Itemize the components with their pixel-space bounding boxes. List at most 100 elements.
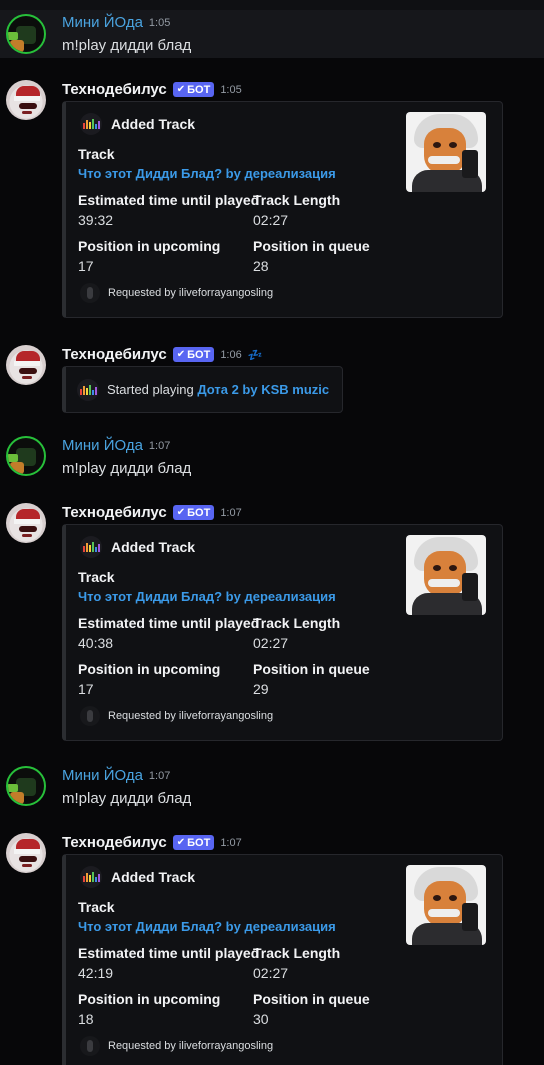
yoda-avatar-icon[interactable] xyxy=(6,766,46,806)
yoda-avatar-icon[interactable] xyxy=(6,436,46,476)
field-est-value: 42:19 xyxy=(78,965,114,981)
field-length-label: Track Length xyxy=(253,192,341,208)
playing-prefix: Started playing xyxy=(107,382,198,397)
message-header: Технодебилус ✔ БОТ 1:07 xyxy=(62,834,242,851)
field-pos-q-label: Position in queue xyxy=(253,661,370,677)
bot-tag: ✔ БОТ xyxy=(172,347,215,362)
field-pos-up-label: Position in upcoming xyxy=(78,661,221,677)
field-pos-q-label: Position in queue xyxy=(253,238,370,254)
author-name[interactable]: Технодебилус xyxy=(62,834,167,851)
field-pos-q-value: 28 xyxy=(253,258,269,274)
field-pos-q-label: Position in queue xyxy=(253,991,370,1007)
message-bot[interactable]: Технодебилус ✔ БОТ 1:06 💤 Started playing… xyxy=(0,343,544,413)
bot-tag: ✔ БОТ xyxy=(172,505,215,520)
footer-text: Requested by iliveforrayangosling xyxy=(108,710,274,722)
verified-check-icon: ✔ xyxy=(176,349,186,360)
requester-avatar xyxy=(80,1036,100,1056)
message-content: m!play дидди блад xyxy=(62,790,192,807)
field-length-label: Track Length xyxy=(253,945,341,961)
message-header: Мини ЙОда 1:07 xyxy=(62,767,170,784)
requester-avatar xyxy=(80,706,100,726)
verified-check-icon: ✔ xyxy=(176,84,186,95)
message-bot[interactable]: Технодебилус ✔ БОТ 1:07 Added Track Track… xyxy=(0,501,544,746)
embed-author: Added Track xyxy=(80,866,195,888)
timestamp[interactable]: 1:07 xyxy=(149,770,170,782)
santa-robot-avatar-icon[interactable] xyxy=(6,503,46,543)
message-header: Технодебилус ✔ БОТ 1:07 xyxy=(62,504,242,521)
embed-footer: Requested by iliveforrayangosling xyxy=(80,283,273,303)
timestamp[interactable]: 1:07 xyxy=(220,837,241,849)
field-est-label: Estimated time until played xyxy=(78,192,260,208)
bot-tag: ✔ БОТ xyxy=(172,82,215,97)
equalizer-icon xyxy=(80,113,102,135)
message-top-strip xyxy=(0,0,544,10)
track-link[interactable]: Что этот Дидди Блад? by дереализация xyxy=(78,166,336,181)
einstein-thumbnail[interactable] xyxy=(406,535,486,615)
field-length-value: 02:27 xyxy=(253,965,289,981)
timestamp[interactable]: 1:05 xyxy=(149,17,170,29)
santa-robot-avatar-icon[interactable] xyxy=(6,345,46,385)
message-user[interactable]: Мини ЙОда 1:05 m!play дидди блад xyxy=(0,0,544,58)
playing-embed: Started playing Дота 2 by KSB muzic xyxy=(62,366,343,413)
author-name[interactable]: Технодебилус xyxy=(62,504,167,521)
equalizer-icon xyxy=(80,536,102,558)
playing-text: Started playing Дота 2 by KSB muzic xyxy=(107,382,329,397)
requester-avatar xyxy=(80,283,100,303)
message-header: Технодебилус ✔ БОТ 1:05 xyxy=(62,81,242,98)
track-link[interactable]: Что этот Дидди Блад? by дереализация xyxy=(78,919,336,934)
field-length-value: 02:27 xyxy=(253,635,289,651)
field-track-label: Track xyxy=(78,146,115,162)
message-bot[interactable]: Технодебилус ✔ БОТ 1:07 Added Track Track… xyxy=(0,831,544,1065)
author-name[interactable]: Технодебилус xyxy=(62,346,167,363)
embed-footer: Requested by iliveforrayangosling xyxy=(80,1036,273,1056)
track-embed: Added Track Track Что этот Дидди Блад? b… xyxy=(62,854,503,1065)
timestamp[interactable]: 1:07 xyxy=(149,440,170,452)
author-name[interactable]: Мини ЙОда xyxy=(62,437,143,454)
yoda-avatar-icon[interactable] xyxy=(6,14,46,54)
author-name[interactable]: Мини ЙОда xyxy=(62,14,143,31)
message-header: Мини ЙОда 1:07 xyxy=(62,437,170,454)
chat-log: Мини ЙОда 1:05 m!play дидди блад Техноде… xyxy=(0,0,544,1065)
timestamp[interactable]: 1:06 xyxy=(220,349,241,361)
field-pos-q-value: 29 xyxy=(253,681,269,697)
field-pos-up-value: 17 xyxy=(78,681,94,697)
bot-tag: ✔ БОТ xyxy=(172,835,215,850)
field-length-value: 02:27 xyxy=(253,212,289,228)
author-name[interactable]: Технодебилус xyxy=(62,81,167,98)
message-bot[interactable]: Технодебилус ✔ БОТ 1:05 Added Track Track… xyxy=(0,78,544,323)
field-est-value: 40:38 xyxy=(78,635,114,651)
einstein-thumbnail[interactable] xyxy=(406,112,486,192)
message-user[interactable]: Мини ЙОда 1:07 m!play дидди блад xyxy=(0,762,544,812)
footer-text: Requested by iliveforrayangosling xyxy=(108,287,274,299)
timestamp[interactable]: 1:05 xyxy=(220,84,241,96)
bot-tag-label: БОТ xyxy=(187,83,211,96)
einstein-thumbnail[interactable] xyxy=(406,865,486,945)
embed-author: Added Track xyxy=(80,113,195,135)
bot-tag-label: БОТ xyxy=(187,836,211,849)
field-est-value: 39:32 xyxy=(78,212,114,228)
field-pos-up-label: Position in upcoming xyxy=(78,238,221,254)
timestamp[interactable]: 1:07 xyxy=(220,507,241,519)
playing-track-link[interactable]: Дота 2 by KSB muzic xyxy=(197,382,329,397)
embed-author: Added Track xyxy=(80,536,195,558)
equalizer-icon xyxy=(77,378,99,401)
message-header: Технодебилус ✔ БОТ 1:06 💤 xyxy=(62,346,263,363)
embed-footer: Requested by iliveforrayangosling xyxy=(80,706,273,726)
message-user[interactable]: Мини ЙОда 1:07 m!play дидди блад xyxy=(0,432,544,482)
santa-robot-avatar-icon[interactable] xyxy=(6,833,46,873)
verified-check-icon: ✔ xyxy=(176,837,186,848)
footer-text: Requested by iliveforrayangosling xyxy=(108,1040,274,1052)
bot-tag-label: БОТ xyxy=(187,506,211,519)
field-pos-up-value: 17 xyxy=(78,258,94,274)
field-track-label: Track xyxy=(78,899,115,915)
message-content: m!play дидди блад xyxy=(62,460,192,477)
embed-author-name: Added Track xyxy=(111,539,196,555)
author-name[interactable]: Мини ЙОда xyxy=(62,767,143,784)
field-est-label: Estimated time until played xyxy=(78,615,260,631)
santa-robot-avatar-icon[interactable] xyxy=(6,80,46,120)
track-link[interactable]: Что этот Дидди Блад? by дереализация xyxy=(78,589,336,604)
verified-check-icon: ✔ xyxy=(176,507,186,518)
field-track-label: Track xyxy=(78,569,115,585)
embed-author-name: Added Track xyxy=(111,869,196,885)
snooze-icon: 💤 xyxy=(247,347,263,362)
